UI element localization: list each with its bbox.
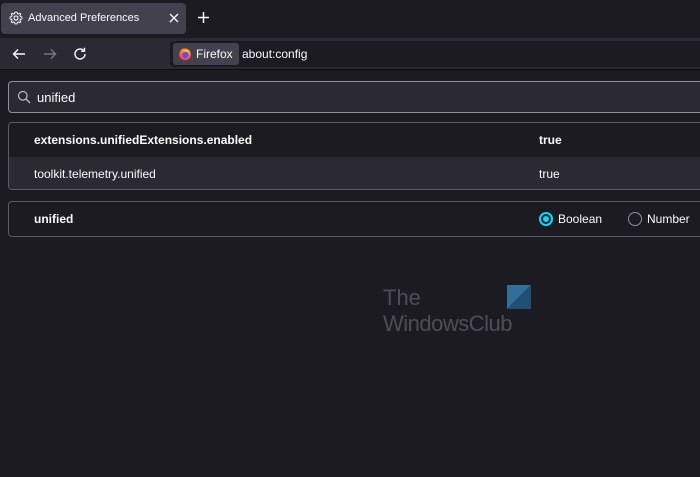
tab-title: Advanced Preferences: [28, 12, 140, 24]
add-pref-row: unified Boolean Number: [8, 201, 700, 237]
identity-box[interactable]: Firefox: [173, 43, 239, 65]
pref-value: true: [539, 133, 562, 147]
watermark: The WindowsClub: [383, 285, 533, 337]
boolean-radio[interactable]: [539, 212, 553, 226]
pref-row[interactable]: extensions.unifiedExtensions.enabled tru…: [9, 123, 700, 156]
pref-name: extensions.unifiedExtensions.enabled: [34, 133, 253, 147]
boolean-radio-label[interactable]: Boolean: [558, 212, 602, 226]
pref-name: toolkit.telemetry.unified: [34, 167, 156, 181]
new-tab-plus-icon[interactable]: [196, 10, 211, 25]
back-arrow-icon[interactable]: [11, 46, 27, 62]
number-radio-label[interactable]: Number: [647, 212, 690, 226]
watermark-line2: WindowsClub: [383, 311, 513, 336]
tab-advanced-preferences[interactable]: Advanced Preferences: [1, 3, 186, 34]
prefs-table: extensions.unifiedExtensions.enabled tru…: [8, 122, 700, 190]
search-input[interactable]: unified: [37, 90, 75, 105]
number-radio[interactable]: [628, 212, 642, 226]
close-tab-icon[interactable]: [167, 11, 181, 25]
windows-logo-icon: [507, 285, 531, 309]
pref-row[interactable]: toolkit.telemetry.unified true: [9, 157, 700, 189]
firefox-logo-icon: [179, 48, 191, 61]
url-bar[interactable]: Firefox about:config: [170, 41, 700, 67]
new-pref-name: unified: [34, 212, 74, 226]
search-icon: [17, 90, 31, 104]
forward-arrow-icon[interactable]: [42, 46, 58, 62]
tab-strip: Advanced Preferences: [0, 0, 700, 38]
pref-search-box[interactable]: unified: [8, 81, 700, 113]
gear-icon: [9, 11, 23, 25]
url-text[interactable]: about:config: [242, 47, 307, 61]
watermark-line1: The: [383, 285, 421, 310]
reload-icon[interactable]: [72, 46, 88, 62]
pref-value: true: [539, 167, 560, 181]
identity-label: Firefox: [196, 47, 233, 61]
navigation-toolbar: Firefox about:config: [0, 38, 700, 70]
